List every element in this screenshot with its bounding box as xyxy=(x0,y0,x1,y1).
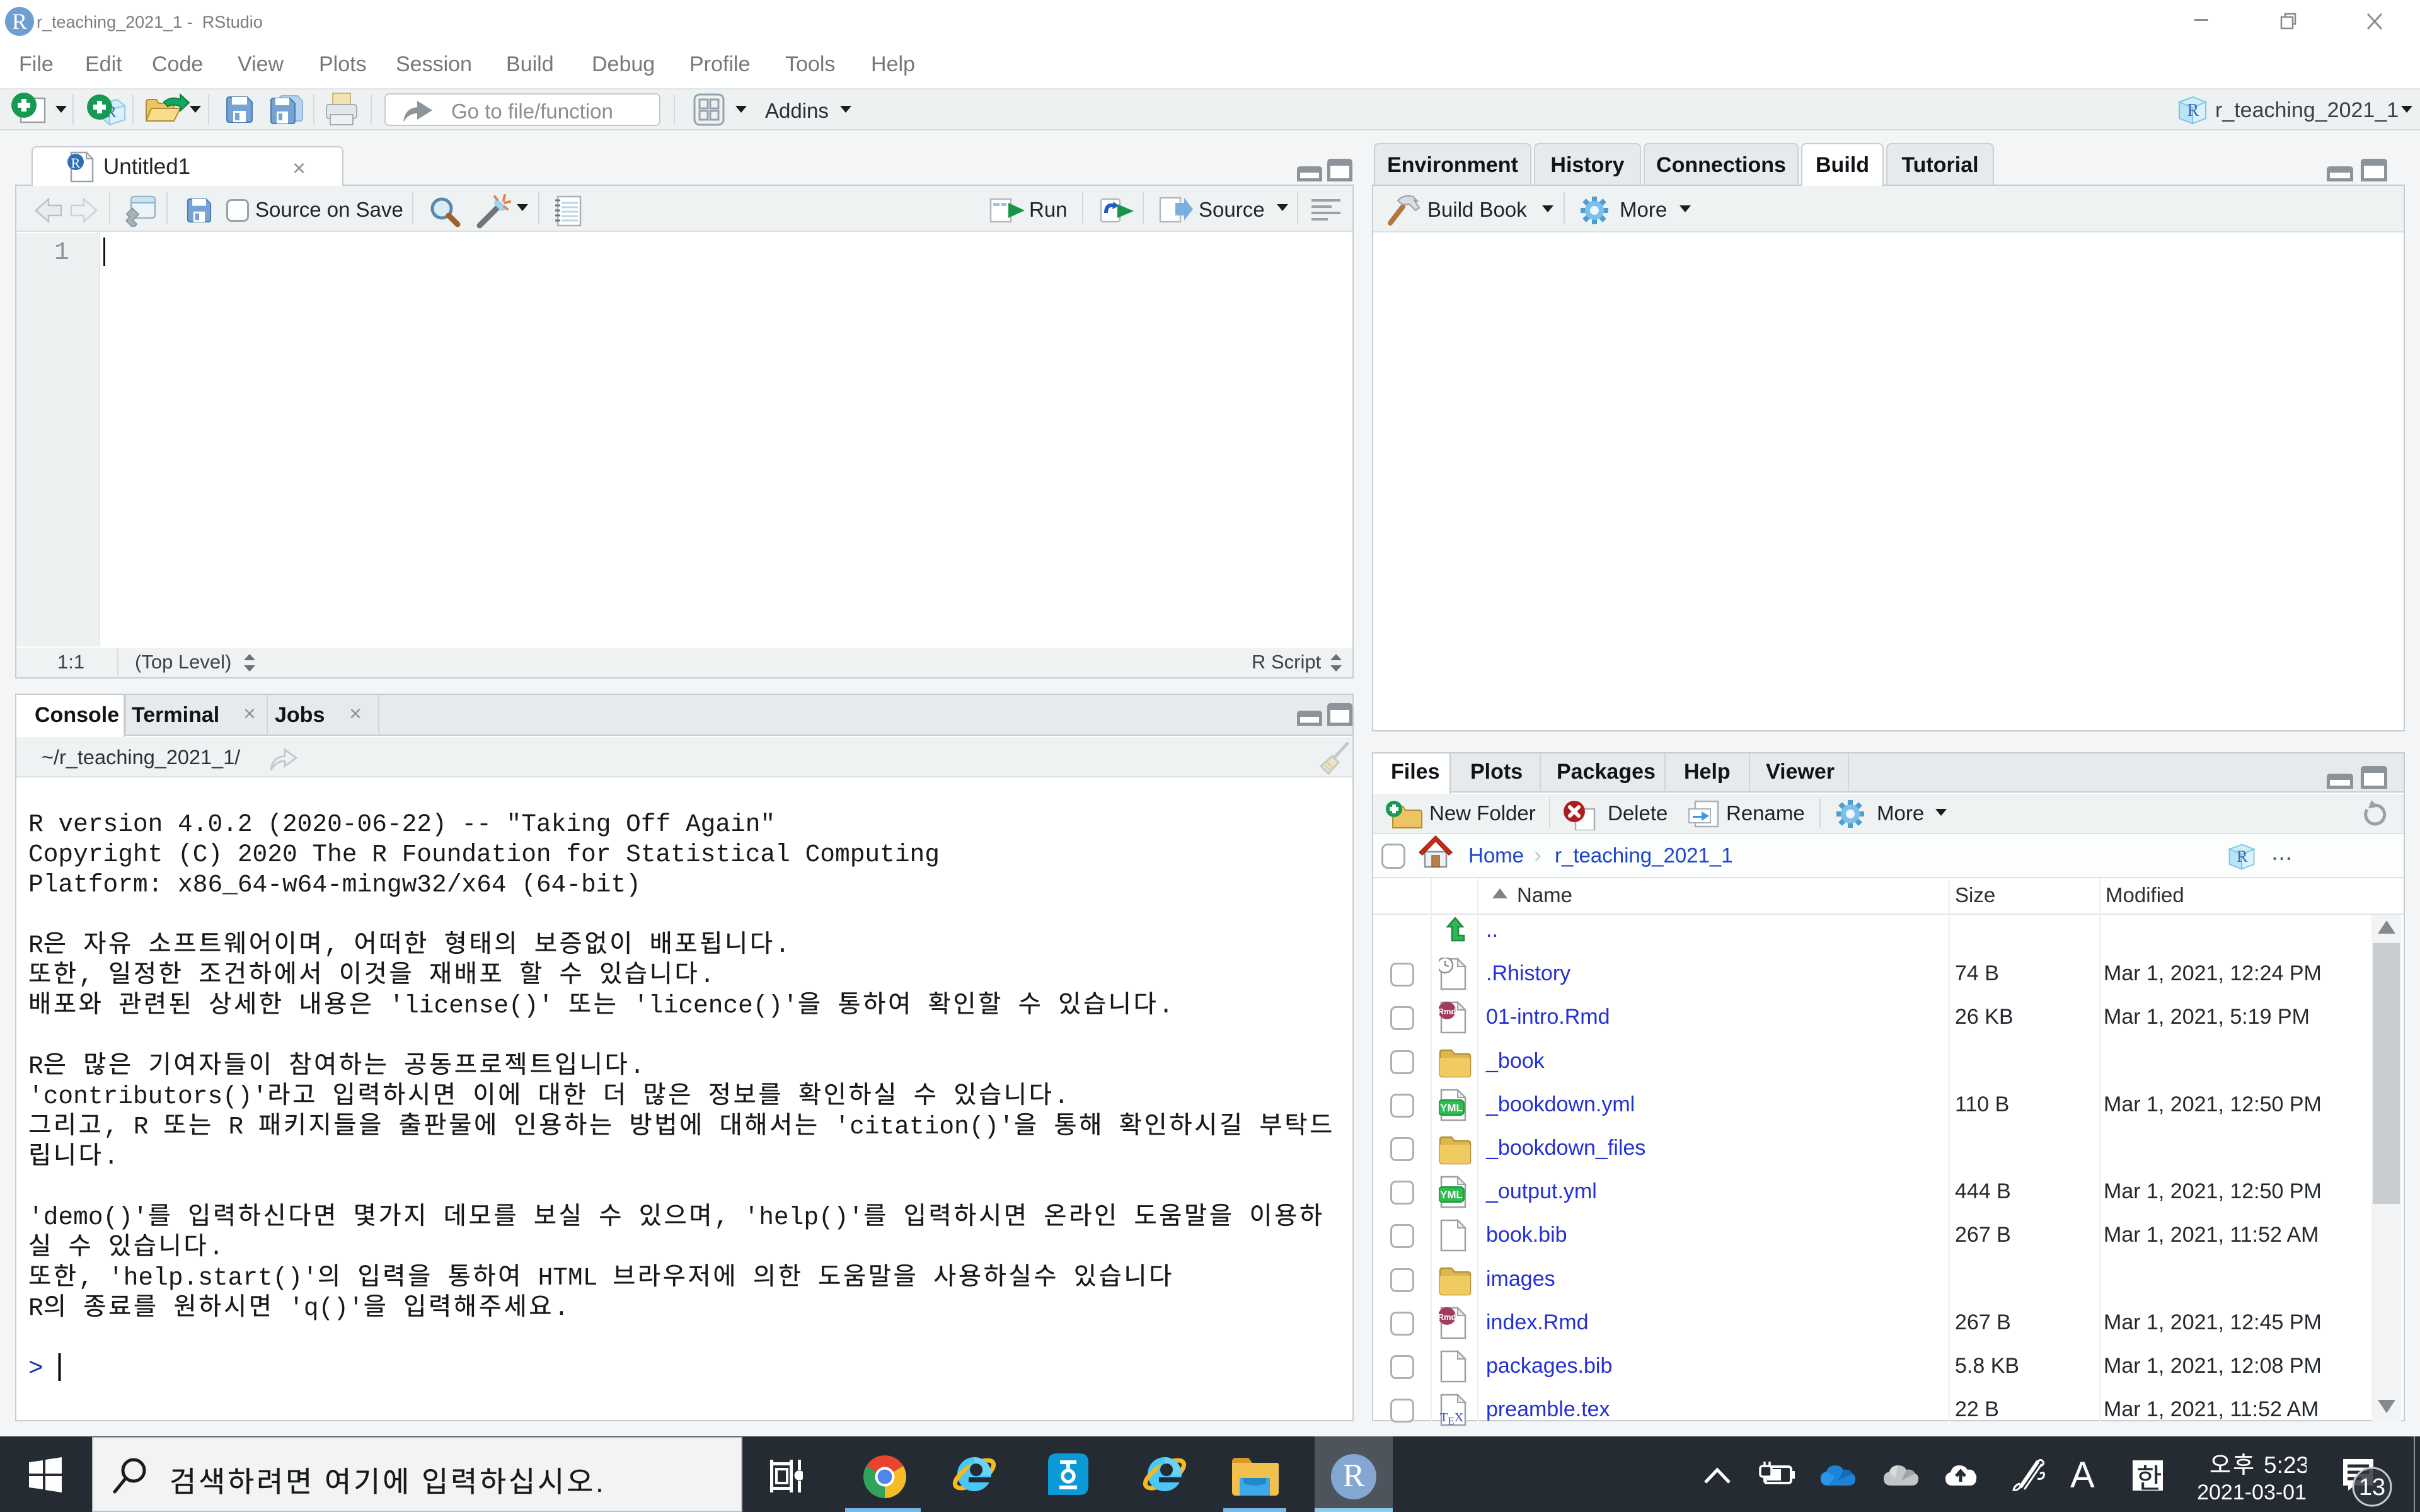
svg-text:.: . xyxy=(1158,992,1173,1020)
svg-text:.: . xyxy=(596,1465,604,1498)
svg-text:, 'help()': , 'help()' xyxy=(714,1203,863,1232)
svg-text:R: R xyxy=(28,931,43,959)
svg-text:Rmd: Rmd xyxy=(1439,1312,1456,1322)
svg-text:.: . xyxy=(700,961,715,990)
svg-text:Copyright (C) 2020 The R Found: Copyright (C) 2020 The R Foundation for … xyxy=(28,840,940,869)
svg-text:'q()': 'q()' xyxy=(274,1294,364,1322)
svg-text:'licence()': 'licence()' xyxy=(619,992,798,1020)
svg-text:,: , xyxy=(324,931,354,959)
svg-text:>: > xyxy=(28,1354,43,1383)
svg-text:.: . xyxy=(209,1234,224,1262)
svg-text:YML: YML xyxy=(1440,1189,1463,1201)
svg-text:.: . xyxy=(1054,1082,1069,1111)
svg-text:R: R xyxy=(28,1294,43,1322)
svg-text:R version 4.0.2 (2020-06-22) -: R version 4.0.2 (2020-06-22) -- "Taking … xyxy=(28,810,775,839)
svg-text:R: R xyxy=(214,1113,258,1141)
svg-text:Rmd: Rmd xyxy=(1439,1007,1456,1016)
svg-text:.: . xyxy=(103,1143,118,1171)
svg-text:.: . xyxy=(554,1294,569,1322)
svg-text:'citation()': 'citation()' xyxy=(820,1113,1014,1141)
svg-text:, R: , R xyxy=(103,1113,163,1141)
svg-text:'contributors()': 'contributors()' xyxy=(28,1082,267,1111)
svg-text:'demo()': 'demo()' xyxy=(28,1203,148,1232)
svg-text:R: R xyxy=(2187,101,2199,120)
svg-text:5:23: 5:23 xyxy=(2264,1452,2307,1478)
svg-text:,: , xyxy=(79,961,108,990)
svg-text:.: . xyxy=(775,931,790,959)
svg-text:YML: YML xyxy=(1440,1102,1463,1114)
svg-text:, 'help.start()': , 'help.start()' xyxy=(79,1264,318,1292)
svg-text:R: R xyxy=(28,1052,43,1080)
svg-text:13: 13 xyxy=(2359,1474,2385,1501)
svg-text:.: . xyxy=(630,1052,645,1080)
svg-text:R: R xyxy=(71,155,81,171)
svg-text:R: R xyxy=(2237,847,2248,866)
svg-text:'license()': 'license()' xyxy=(374,992,568,1020)
svg-text:HTML: HTML xyxy=(523,1264,613,1292)
svg-text:Platform: x86_64-w64-mingw32/x: Platform: x86_64-w64-mingw32/x64 (64-bit… xyxy=(28,871,641,899)
